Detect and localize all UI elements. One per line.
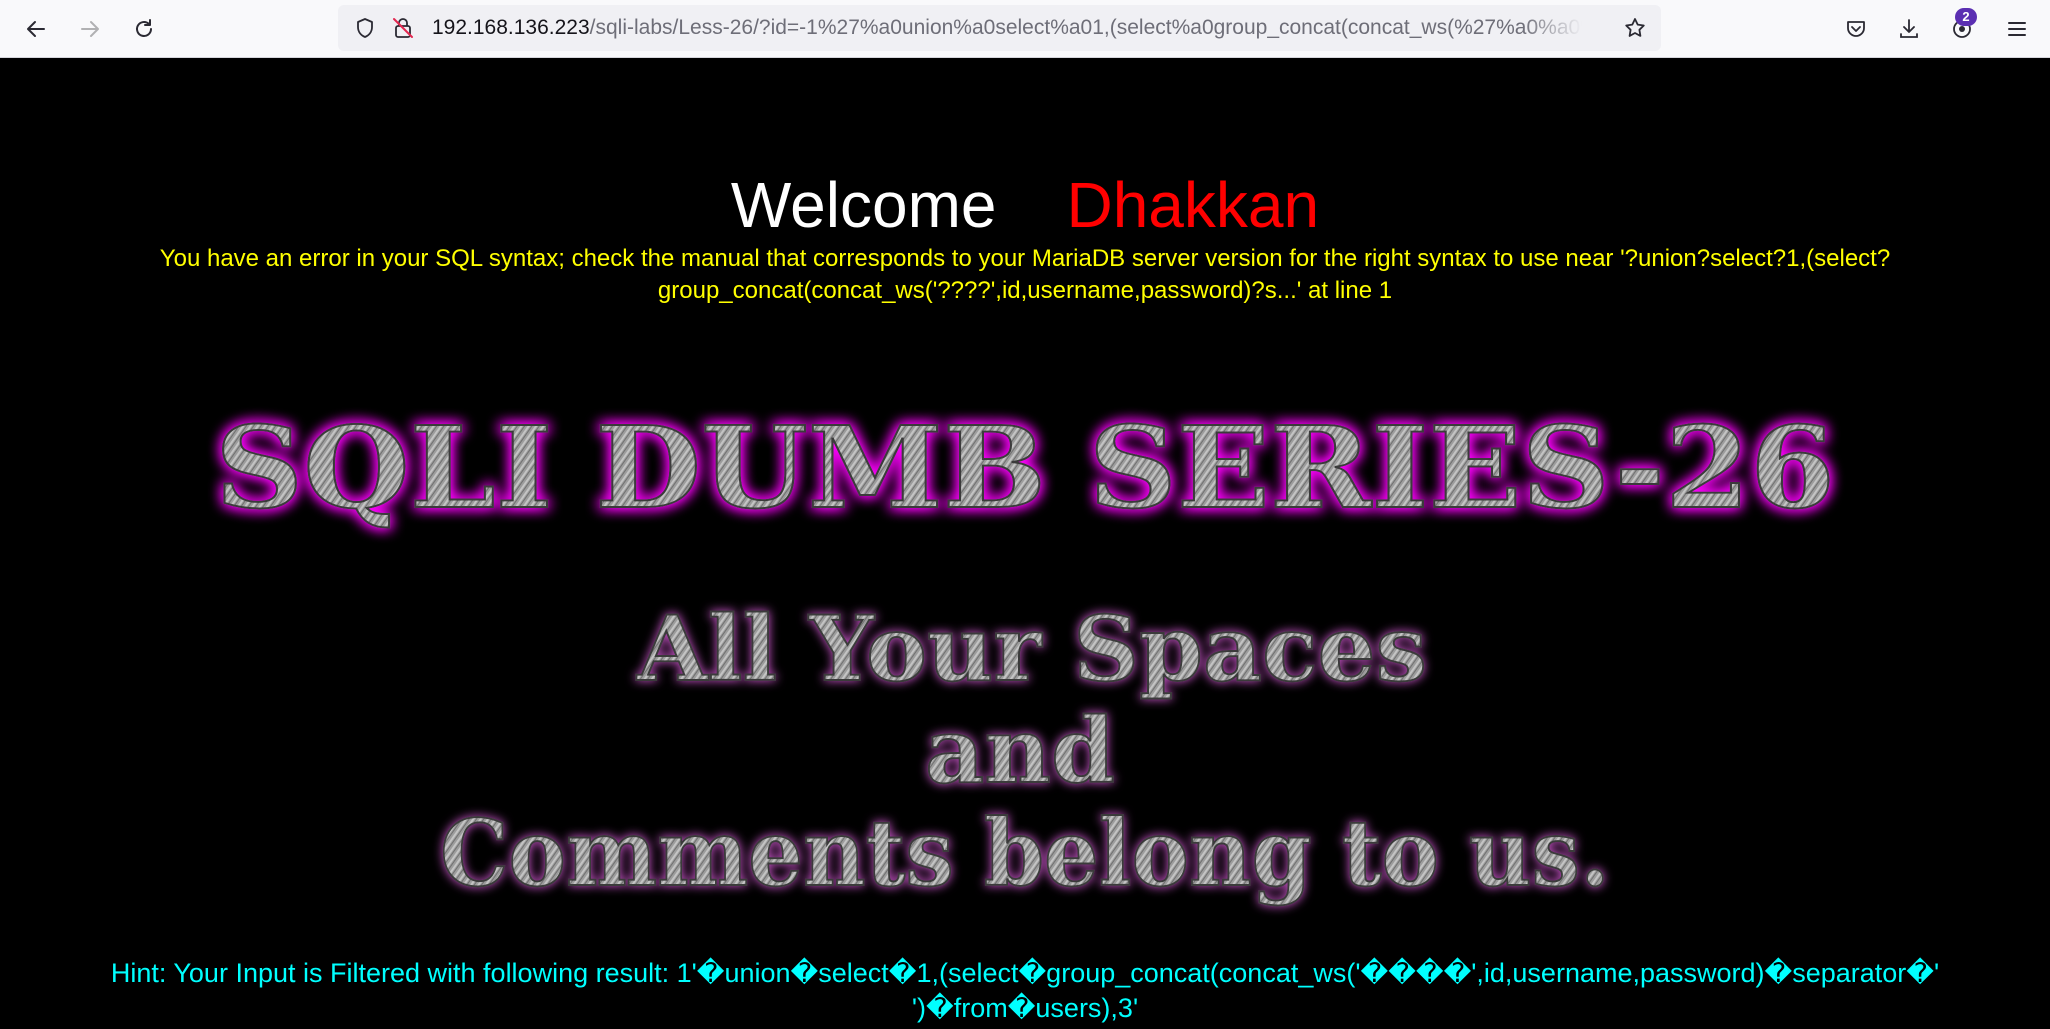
forward-arrow-icon[interactable] [70,9,110,49]
filter-hint: Hint: Your Input is Filtered with follow… [110,958,1940,1023]
welcome-name: Dhakkan [1066,169,1320,241]
download-icon[interactable] [1889,9,1929,49]
banner-image: SQLI DUMB SERIES-26 All Your Spaces and … [214,402,1836,908]
url-host: 192.168.136.223 [432,16,590,39]
insecure-lock-icon[interactable] [391,16,415,40]
banner-line-1: All Your Spaces [636,596,1427,702]
extension-badge: 2 [1955,8,1977,26]
star-icon[interactable] [1623,16,1647,40]
pocket-icon[interactable] [1836,9,1876,49]
browser-toolbar: 192.168.136.223/sqli-labs/Less-26/?id=-1… [0,0,2050,58]
banner-line-3: Comments belong to us. [440,799,1610,907]
sql-error-message: You have an error in your SQL syntax; ch… [159,245,1891,304]
back-arrow-icon[interactable] [16,9,56,49]
banner-line-2: and [925,698,1115,804]
reload-icon[interactable] [124,9,164,49]
welcome-label: Welcome [730,169,997,241]
shield-icon[interactable] [353,16,377,40]
banner-title: SQLI DUMB SERIES-26 [215,403,1835,534]
address-bar[interactable]: 192.168.136.223/sqli-labs/Less-26/?id=-1… [338,5,1661,51]
url-text[interactable]: 192.168.136.223/sqli-labs/Less-26/?id=-1… [432,5,1582,51]
url-path: /sqli-labs/Less-26/?id=-1%27%a0union%a0s… [589,16,1582,39]
welcome-heading: Welcome Dhakkan [0,168,2050,242]
menu-icon[interactable] [1997,9,2037,49]
